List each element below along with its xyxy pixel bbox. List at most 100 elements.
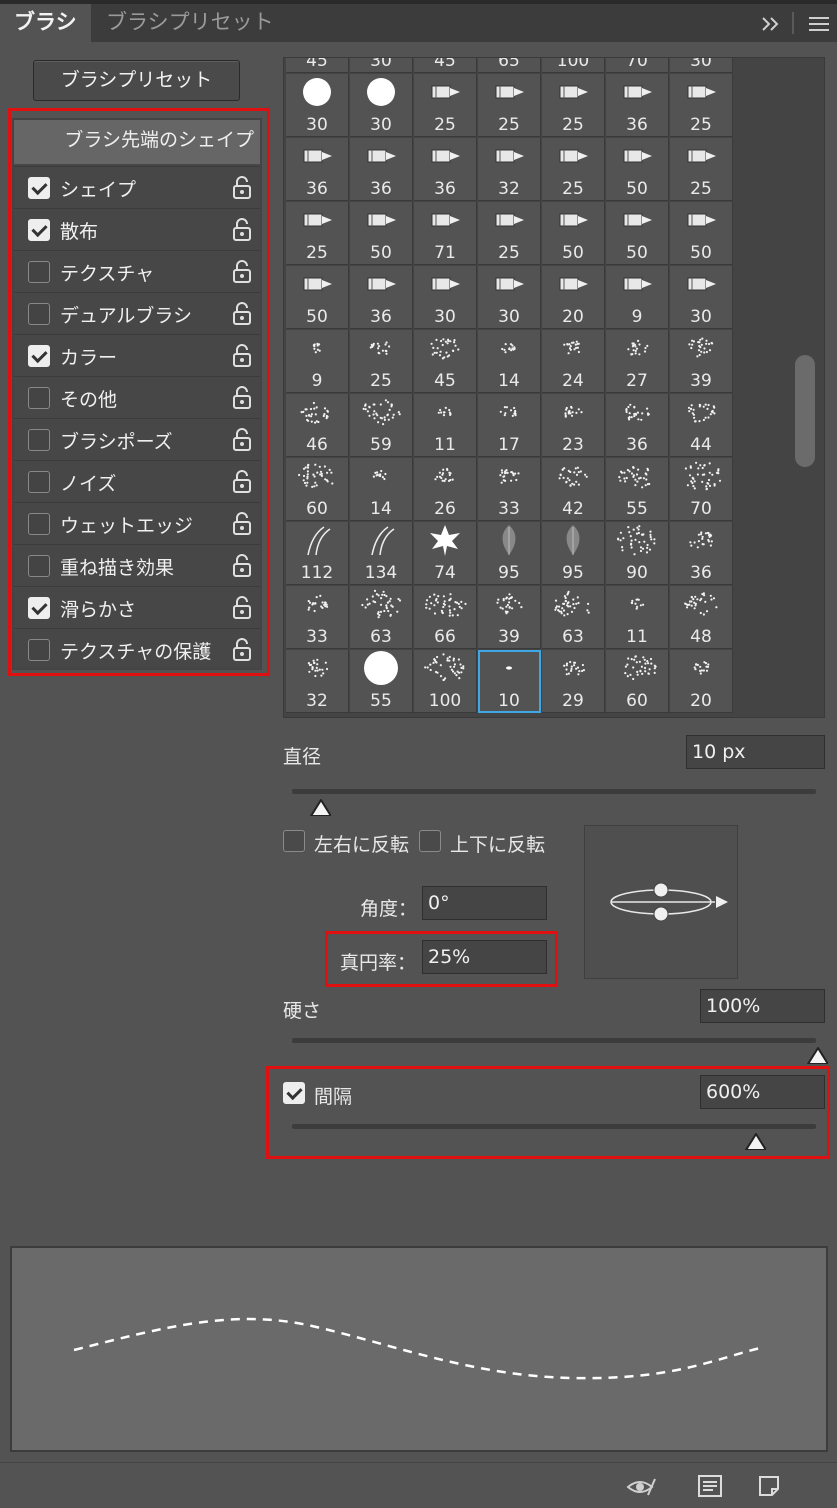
brush-tip-cell[interactable]: 45 bbox=[414, 330, 477, 393]
brush-tip-cell[interactable]: 33 bbox=[286, 586, 349, 649]
brush-tip-cell[interactable]: 25 bbox=[350, 330, 413, 393]
angle-input[interactable]: 0° bbox=[422, 886, 547, 920]
brush-tip-cell[interactable]: 29 bbox=[542, 650, 605, 713]
brush-tip-cell[interactable]: 32 bbox=[478, 138, 541, 201]
brush-tip-cell[interactable]: 9 bbox=[286, 330, 349, 393]
flip-y-checkbox[interactable] bbox=[419, 830, 441, 852]
brush-tip-cell[interactable]: 50 bbox=[670, 202, 733, 265]
brush-tip-cell[interactable]: 27 bbox=[606, 330, 669, 393]
brush-tip-cell[interactable]: 30 bbox=[350, 58, 413, 73]
brush-tip-cell[interactable]: 63 bbox=[350, 586, 413, 649]
brush-tip-cell[interactable]: 30 bbox=[670, 58, 733, 73]
brush-tip-cell[interactable]: 45 bbox=[286, 58, 349, 73]
brush-tip-cell[interactable]: 25 bbox=[670, 74, 733, 137]
brush-tip-cell[interactable]: 112 bbox=[286, 522, 349, 585]
new-brush-icon[interactable] bbox=[758, 1475, 780, 1497]
brush-tip-cell[interactable]: 11 bbox=[414, 394, 477, 457]
brush-tip-cell[interactable]: 55 bbox=[606, 458, 669, 521]
brush-tip-cell[interactable]: 11 bbox=[606, 586, 669, 649]
brush-tip-cell[interactable]: 36 bbox=[286, 138, 349, 201]
brush-tip-cell[interactable]: 63 bbox=[542, 586, 605, 649]
brush-tip-cell[interactable]: 100 bbox=[414, 650, 477, 713]
brush-tip-cell[interactable]: 65 bbox=[478, 58, 541, 73]
brush-tip-cell[interactable]: 60 bbox=[606, 650, 669, 713]
brush-tip-cell[interactable]: 50 bbox=[606, 138, 669, 201]
bristle-brush-icon bbox=[303, 213, 332, 227]
brush-tip-cell[interactable]: 25 bbox=[542, 74, 605, 137]
brush-tip-cell[interactable]: 74 bbox=[414, 522, 477, 585]
brush-tip-cell[interactable]: 36 bbox=[350, 266, 413, 329]
brush-tip-cell[interactable]: 30 bbox=[414, 266, 477, 329]
brush-preset-button[interactable]: ブラシプリセット bbox=[33, 60, 240, 101]
brush-tip-cell[interactable]: 95 bbox=[478, 522, 541, 585]
hardness-slider-track[interactable] bbox=[292, 1038, 816, 1043]
brush-tip-cell[interactable]: 30 bbox=[350, 74, 413, 137]
brush-tip-cell[interactable]: 25 bbox=[286, 202, 349, 265]
brush-tip-cell[interactable]: 14 bbox=[478, 330, 541, 393]
brush-tip-cell[interactable]: 26 bbox=[414, 458, 477, 521]
brush-tip-cell[interactable]: 9 bbox=[606, 266, 669, 329]
brush-tip-cell[interactable]: 60 bbox=[286, 458, 349, 521]
brush-tip-cell[interactable]: 36 bbox=[606, 394, 669, 457]
brush-tip-cell[interactable]: 100 bbox=[542, 58, 605, 73]
brush-tip-cell[interactable]: 59 bbox=[350, 394, 413, 457]
brush-tip-cell[interactable]: 95 bbox=[542, 522, 605, 585]
brush-tip-cell[interactable]: 50 bbox=[606, 202, 669, 265]
brush-tip-cell[interactable]: 55 bbox=[350, 650, 413, 713]
tab-brush-preset[interactable]: ブラシプリセット bbox=[92, 4, 288, 42]
brush-tip-cell[interactable]: 50 bbox=[542, 202, 605, 265]
brush-tip-cell[interactable]: 23 bbox=[542, 394, 605, 457]
brush-tip-cell[interactable]: 24 bbox=[542, 330, 605, 393]
brush-tip-cell[interactable]: 71 bbox=[414, 202, 477, 265]
brush-tip-cell[interactable]: 25 bbox=[478, 202, 541, 265]
flip-x-checkbox[interactable] bbox=[283, 830, 305, 852]
brush-tip-cell[interactable]: 25 bbox=[542, 138, 605, 201]
brush-tip-cell[interactable]: 33 bbox=[478, 458, 541, 521]
panel-menu-icon[interactable] bbox=[757, 4, 837, 42]
bristle-brush-icon bbox=[303, 149, 332, 163]
brush-tip-cell[interactable]: 32 bbox=[286, 650, 349, 713]
brush-tip-cell[interactable]: 36 bbox=[606, 74, 669, 137]
diameter-slider-track[interactable] bbox=[292, 789, 816, 794]
brush-settings-icon[interactable] bbox=[698, 1475, 722, 1497]
brush-tip-cell[interactable]: 50 bbox=[350, 202, 413, 265]
angle-ellipse-icon[interactable] bbox=[585, 826, 739, 980]
brush-tip-cell[interactable]: 25 bbox=[414, 74, 477, 137]
brush-tip-cell[interactable]: 66 bbox=[414, 586, 477, 649]
brush-tip-cell[interactable]: 25 bbox=[670, 138, 733, 201]
brush-tip-cell[interactable]: 70 bbox=[606, 58, 669, 73]
brush-tip-cell[interactable]: 17 bbox=[478, 394, 541, 457]
brush-tip-cell[interactable]: 42 bbox=[542, 458, 605, 521]
brush-tip-cell[interactable]: 46 bbox=[286, 394, 349, 457]
brush-tip-cell[interactable]: 10 bbox=[478, 650, 541, 713]
brush-tip-cell[interactable]: 25 bbox=[478, 74, 541, 137]
brush-tip-cell[interactable]: 44 bbox=[670, 394, 733, 457]
brush-tip-cell[interactable]: 30 bbox=[478, 266, 541, 329]
brush-tip-cell[interactable]: 20 bbox=[542, 266, 605, 329]
brush-tip-cell[interactable]: 134 bbox=[350, 522, 413, 585]
diameter-input[interactable]: 10 px bbox=[686, 735, 825, 769]
brush-tip-cell[interactable]: 39 bbox=[478, 586, 541, 649]
brush-tip-cell[interactable]: 39 bbox=[670, 330, 733, 393]
brush-tip-cell[interactable]: 50 bbox=[286, 266, 349, 329]
brush-tip-cell[interactable]: 70 bbox=[670, 458, 733, 521]
grid-scrollbar-thumb[interactable] bbox=[795, 355, 815, 467]
brush-tip-cell[interactable]: 36 bbox=[670, 522, 733, 585]
brush-tip-cell[interactable]: 30 bbox=[670, 266, 733, 329]
brush-tip-cell[interactable]: 14 bbox=[350, 458, 413, 521]
bristle-brush-icon bbox=[495, 85, 524, 99]
angle-roundness-preview[interactable] bbox=[584, 825, 738, 979]
panel-menu[interactable] bbox=[757, 4, 837, 42]
diameter-slider-thumb[interactable] bbox=[309, 796, 331, 816]
tab-brush[interactable]: ブラシ bbox=[0, 4, 91, 42]
brush-tip-cell[interactable]: 90 bbox=[606, 522, 669, 585]
brush-tip-cell[interactable]: 45 bbox=[414, 58, 477, 73]
brush-tip-cell[interactable]: 48 bbox=[670, 586, 733, 649]
brush-tip-cell[interactable]: 20 bbox=[670, 650, 733, 713]
hardness-slider-thumb[interactable] bbox=[806, 1044, 828, 1064]
brush-tip-cell[interactable]: 36 bbox=[414, 138, 477, 201]
brush-tip-cell[interactable]: 36 bbox=[350, 138, 413, 201]
brush-tip-cell[interactable]: 30 bbox=[286, 74, 349, 137]
eye-brush-icon[interactable] bbox=[626, 1475, 656, 1499]
hardness-input[interactable]: 100% bbox=[700, 989, 825, 1023]
